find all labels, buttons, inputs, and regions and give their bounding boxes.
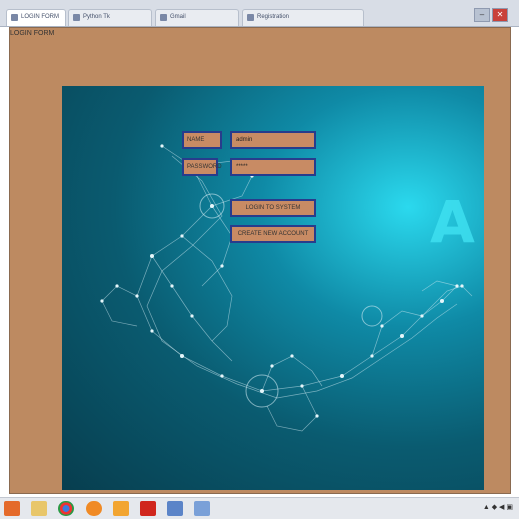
system-tray[interactable]: ▲ ◆ ◀ ▣: [483, 503, 513, 511]
vlc-icon[interactable]: [113, 501, 129, 516]
login-button[interactable]: LOGIN TO SYSTEM: [230, 199, 316, 217]
name-input[interactable]: admin: [230, 131, 316, 149]
password-input[interactable]: *****: [230, 158, 316, 176]
page-icon: [160, 14, 167, 21]
tab-login-form[interactable]: LOGIN FORM: [6, 9, 66, 26]
name-label: NAME: [182, 131, 222, 149]
create-account-button[interactable]: CREATE NEW ACCOUNT: [230, 225, 316, 243]
app-icon[interactable]: [194, 501, 210, 516]
page-icon: [11, 14, 18, 21]
page-icon: [247, 14, 254, 21]
tab-registration[interactable]: Registration: [242, 9, 364, 26]
app-icon[interactable]: [167, 501, 183, 516]
acrobat-icon[interactable]: [140, 501, 156, 516]
close-button[interactable]: ✕: [492, 8, 508, 22]
firefox-icon[interactable]: [86, 501, 102, 516]
taskbar: ▲ ◆ ◀ ▣: [0, 497, 519, 519]
browser-tab-strip: LOGIN FORM Python Tk Gmail Registration …: [0, 0, 519, 27]
chrome-icon[interactable]: [58, 501, 74, 516]
password-label: PASSWORD: [182, 158, 222, 176]
ai-overlay-text: AI: [430, 188, 484, 256]
tab-gmail[interactable]: Gmail: [155, 9, 239, 26]
window-title: LOGIN FORM: [10, 30, 55, 37]
firefox-icon[interactable]: [4, 501, 20, 516]
page-icon: [73, 14, 80, 21]
folder-icon[interactable]: [31, 501, 47, 516]
minimize-button[interactable]: –: [474, 8, 490, 22]
tab-python-tk[interactable]: Python Tk: [68, 9, 152, 26]
